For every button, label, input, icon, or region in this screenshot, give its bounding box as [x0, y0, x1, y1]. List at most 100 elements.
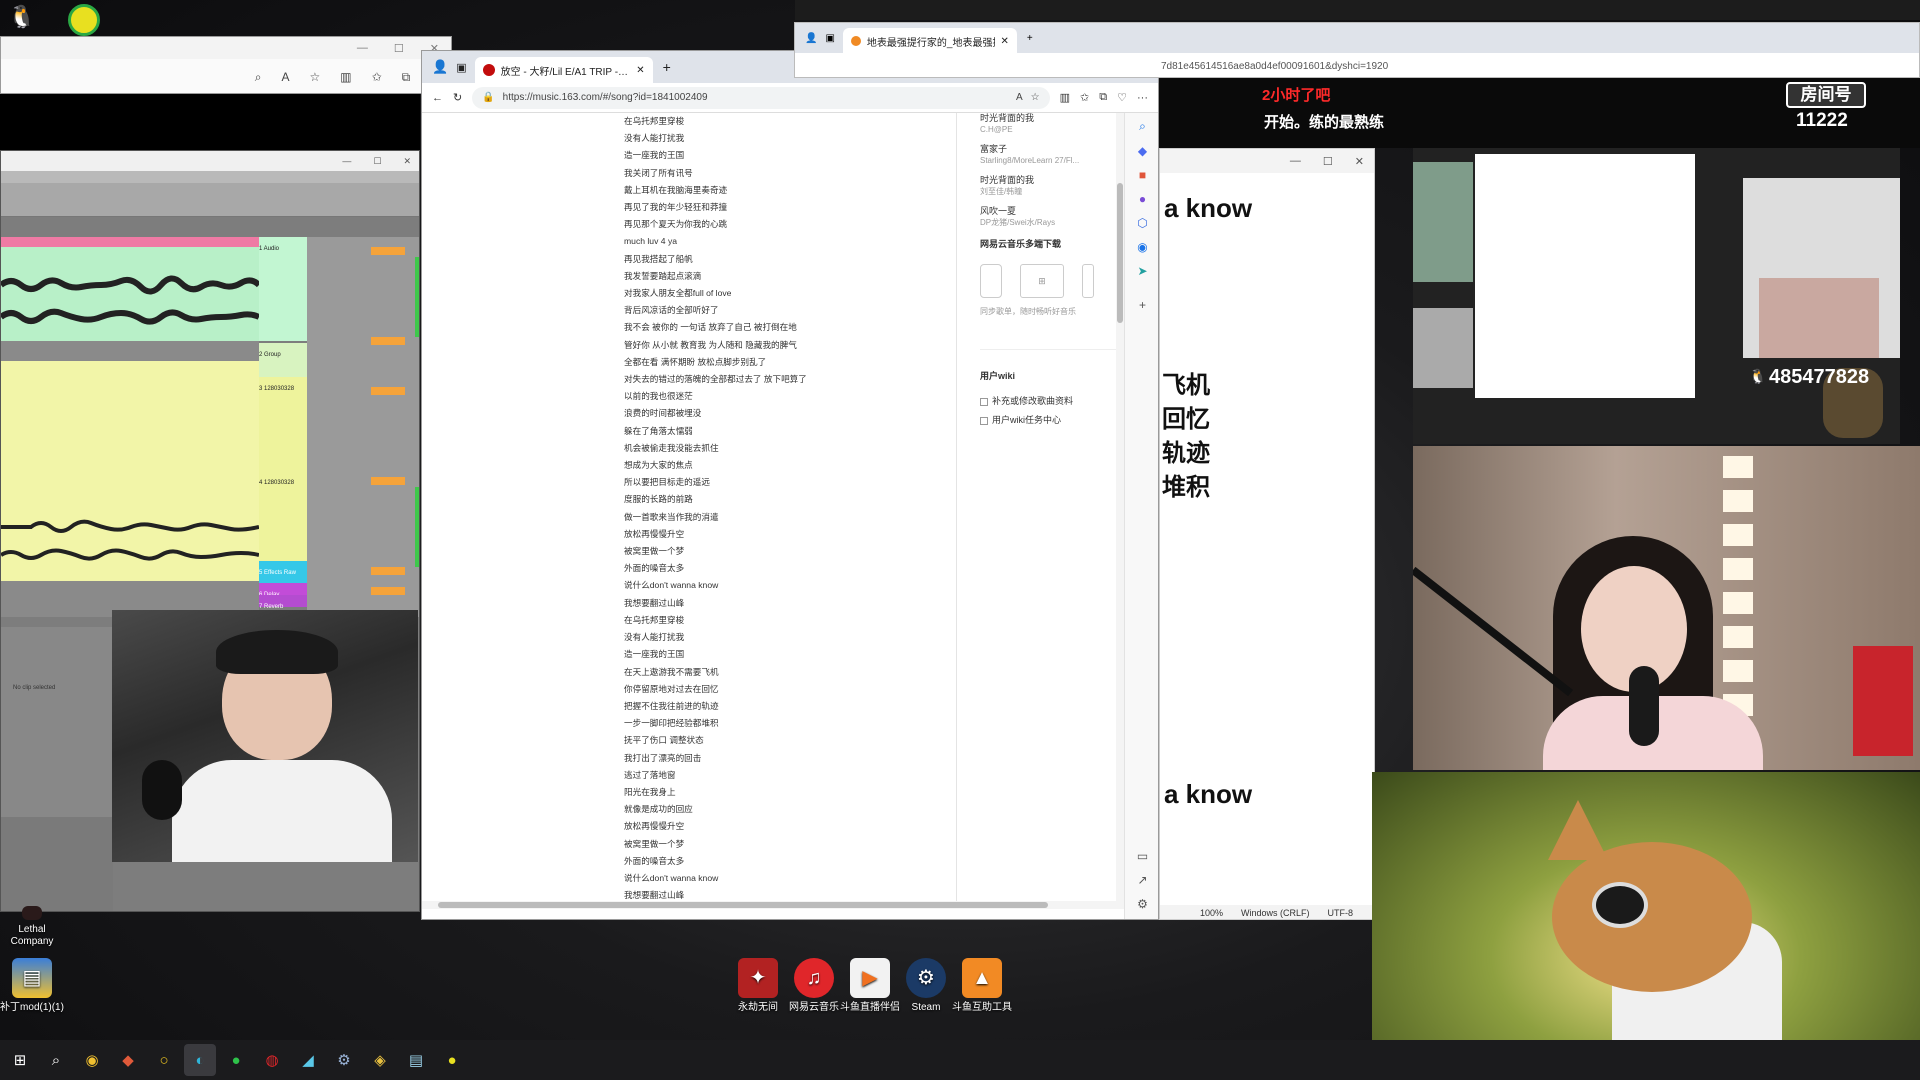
minimize-icon[interactable]: —	[342, 156, 351, 166]
android-icon[interactable]	[1082, 264, 1094, 298]
qq-penguin-icon[interactable]: 🐧	[8, 4, 38, 32]
similar-song-item[interactable]: 风吹一夏DP龙猪/Swei水/Rays▶	[980, 206, 1124, 237]
search-icon[interactable]: ⌕	[1139, 119, 1146, 134]
tab-actions-icon[interactable]: ▣	[456, 61, 466, 74]
daw-toolbar[interactable]	[1, 171, 419, 183]
chrome-icon[interactable]: ◉	[76, 1044, 108, 1076]
split-icon[interactable]: ▥	[1060, 91, 1070, 104]
steam-icon[interactable]: ⚙	[328, 1044, 360, 1076]
collections-icon[interactable]: ⧉	[1099, 91, 1107, 104]
extension-icon[interactable]: ♡	[1117, 91, 1127, 104]
edge-icon[interactable]: ◐	[184, 1044, 216, 1076]
url-fragment[interactable]: 7d81e45614516ae8a0d4ef00091601&dyshci=19…	[1161, 61, 1388, 72]
favorite-icon[interactable]: ☆	[1031, 92, 1040, 103]
settings-icon[interactable]: ⚙	[1137, 897, 1148, 911]
daw-clip-pink[interactable]	[1, 237, 259, 247]
daw-ruler[interactable]	[1, 183, 419, 217]
minimize-icon[interactable]: —	[357, 42, 368, 54]
url-field[interactable]: 🔒 https://music.163.com/#/song?id=184100…	[472, 86, 1050, 109]
windows-icon[interactable]: ⊞	[1020, 264, 1064, 298]
horizontal-scrollbar[interactable]	[422, 901, 1116, 909]
new-tab-icon[interactable]: +	[663, 59, 671, 75]
person-icon[interactable]: ●	[1139, 192, 1146, 206]
app-green-icon[interactable]	[68, 4, 100, 36]
similar-songs-list[interactable]: 时光背面的我C.H@PE▶富家子Starling8/MoreLearn 27/F…	[980, 113, 1124, 237]
maximize-icon[interactable]: ☐	[394, 42, 404, 55]
more-icon[interactable]: ···	[1137, 92, 1148, 104]
browser-window-left[interactable]: — ☐ ✕ ⌕ A ☆ ▥ ✩ ⧉ ♡	[0, 36, 452, 94]
tab-stream[interactable]: 地表最强提行家的_地表最强提行 ✕	[842, 28, 1017, 54]
split-icon[interactable]: ▥	[340, 70, 351, 84]
wiki-link-edit[interactable]: 补充或修改歌曲资料	[992, 396, 1073, 407]
search-icon[interactable]: ⌕	[40, 1044, 72, 1076]
profile-icon[interactable]: 👤	[805, 33, 817, 44]
desktop-icon-douyu[interactable]: ▶ 斗鱼直播伴侣	[838, 958, 902, 1014]
maximize-icon[interactable]: ☐	[1323, 155, 1333, 168]
minimize-icon[interactable]: —	[1290, 155, 1301, 167]
app-icon[interactable]: ◆	[112, 1044, 144, 1076]
wiki-task-icon[interactable]	[980, 416, 988, 425]
add-icon[interactable]: +	[1139, 298, 1146, 312]
stream-icon[interactable]: ◢	[292, 1044, 324, 1076]
netease-icon[interactable]: ◍	[256, 1044, 288, 1076]
desktop-icon-netease[interactable]: ♫ 网易云音乐	[782, 958, 846, 1014]
similar-song-item[interactable]: 时光背面的我刘至佳/韩瞳▶	[980, 175, 1124, 206]
favorites-icon[interactable]: ✩	[1080, 91, 1089, 104]
zoom-icon[interactable]: ⌕	[255, 70, 262, 85]
outlook-icon[interactable]: ◉	[1137, 240, 1147, 254]
close-icon[interactable]: ✕	[403, 156, 411, 167]
page-content[interactable]: 在乌托邦里穿梭 没有人能打扰我 造一座我的王国 我关闭了所有讯号 戴上耳机在我脑海里奏奇…	[422, 113, 1124, 909]
desktop-icon-lethal[interactable]: Lethal Company	[0, 906, 64, 948]
profile-icon[interactable]: 👤	[432, 59, 448, 75]
tab-actions-icon[interactable]: ▣	[825, 33, 834, 44]
wiki-edit-icon[interactable]	[980, 397, 988, 406]
wechat-icon[interactable]: ●	[220, 1044, 252, 1076]
browser-icon[interactable]: ●	[436, 1044, 468, 1076]
favorite-icon[interactable]: ☆	[309, 70, 320, 84]
browser-address-bar[interactable]: ← ↻ 🔒 https://music.163.com/#/song?id=18…	[422, 83, 1158, 113]
windows-icon[interactable]: ⊞	[4, 1044, 36, 1076]
daw-detail-panel[interactable]: No clip selected	[1, 627, 113, 817]
notepad-icon[interactable]: ▤	[400, 1044, 432, 1076]
game-icon[interactable]: ◈	[364, 1044, 396, 1076]
desktop-icon-steam[interactable]: ⚙ Steam	[894, 958, 958, 1014]
ring-icon[interactable]: ○	[148, 1044, 180, 1076]
daw-clip-green[interactable]	[1, 247, 262, 341]
apple-icon[interactable]	[980, 264, 1002, 298]
browser-window-back[interactable]: 👤 ▣ 地表最强提行家的_地表最强提行 ✕ + 7d81e45614516ae8…	[794, 22, 1920, 78]
close-tab-icon[interactable]: ✕	[636, 65, 644, 76]
desktop-icon-mod[interactable]: ▤ 补丁mod(1)(1)	[0, 958, 64, 1014]
daw-arrangement[interactable]	[1, 237, 262, 617]
favorites-icon[interactable]: ✩	[372, 70, 382, 84]
similar-song-item[interactable]: 富家子Starling8/MoreLearn 27/Fl...▶	[980, 144, 1124, 175]
wiki-link-task[interactable]: 用户wiki任务中心	[992, 415, 1061, 426]
toolbox-icon[interactable]: ■	[1139, 168, 1146, 182]
read-aloud-icon[interactable]: A	[281, 70, 289, 84]
edge-sidebar[interactable]: ⌕ ◆ ■ ● ⬡ ◉ ➤ + ▭ ↗ ⚙	[1124, 113, 1158, 919]
refresh-icon[interactable]: ↻	[453, 91, 462, 104]
similar-song-artist: DP龙猪/Swei水/Rays	[980, 218, 1056, 227]
new-tab-icon[interactable]: +	[1027, 33, 1033, 44]
read-aloud-icon[interactable]: A	[1016, 92, 1023, 103]
close-icon[interactable]: ✕	[1355, 155, 1364, 168]
send-icon[interactable]: ➤	[1137, 264, 1147, 278]
collections-icon[interactable]: ⧉	[402, 70, 411, 85]
similar-song-item[interactable]: 时光背面的我C.H@PE▶	[980, 113, 1124, 144]
tab-music[interactable]: 放空 - 大籽/Lil E/A1 TRIP - 单曲 ✕	[474, 57, 653, 83]
daw-track-heads[interactable]: 1 Audio 2 Group 3 128030328 4 128030328 …	[259, 237, 419, 617]
office-icon[interactable]: ⬡	[1137, 216, 1147, 230]
back-icon[interactable]: ←	[432, 92, 443, 104]
status-zoom: 100%	[1200, 908, 1224, 918]
desktop-icon-douyu-tool[interactable]: ▲ 斗鱼互助工具	[950, 958, 1014, 1014]
notepad-window[interactable]: — ☐ ✕ a know 飞机 回忆 轨迹 堆积 a know 100% Win…	[1159, 148, 1375, 920]
external-icon[interactable]: ↗	[1137, 873, 1147, 887]
tag-icon[interactable]: ◆	[1138, 144, 1147, 158]
screen-icon[interactable]: ▭	[1137, 849, 1148, 863]
vertical-scrollbar[interactable]	[1116, 113, 1124, 909]
maximize-icon[interactable]: ☐	[373, 156, 381, 167]
close-tab-icon[interactable]: ✕	[1001, 36, 1009, 47]
daw-clip-yellow[interactable]	[1, 361, 260, 581]
desktop-icon-naraka[interactable]: ✦ 永劫无间	[726, 958, 790, 1014]
browser-window-main[interactable]: 👤 ▣ 放空 - 大籽/Lil E/A1 TRIP - 单曲 ✕ + — ☐ ✕…	[421, 50, 1159, 920]
status-eol: Windows (CRLF)	[1241, 908, 1310, 918]
